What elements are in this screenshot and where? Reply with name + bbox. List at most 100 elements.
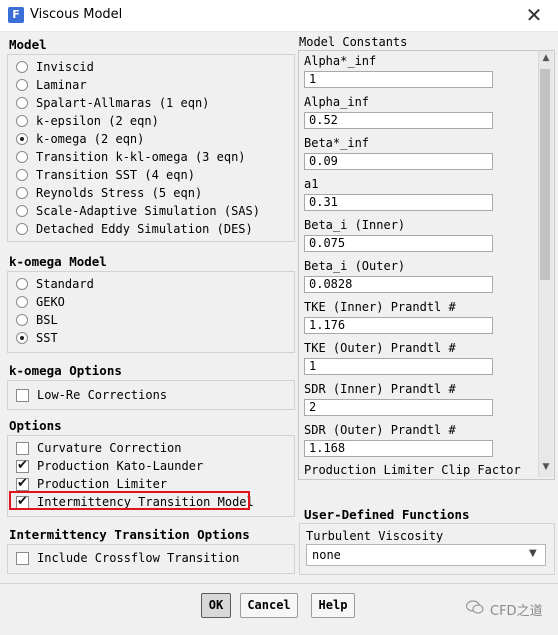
separator: [0, 583, 558, 584]
radio-icon[interactable]: [16, 61, 28, 73]
constant-input[interactable]: 0.075: [304, 235, 493, 252]
checkbox-icon[interactable]: [16, 388, 29, 402]
radio-icon[interactable]: [16, 314, 28, 326]
model-option-label: Detached Eddy Simulation (DES): [36, 222, 253, 236]
model-option-label: k-omega (2 eqn): [36, 132, 145, 146]
model-option[interactable]: Scale-Adaptive Simulation (SAS): [16, 202, 260, 220]
constant-input[interactable]: 0.31: [304, 194, 493, 211]
intermittency-group: Include Crossflow Transition: [7, 544, 295, 574]
constant-input[interactable]: 1.176: [304, 317, 493, 334]
radio-icon[interactable]: [16, 278, 28, 290]
chevron-down-icon: ▼: [529, 548, 537, 559]
scroll-up-icon[interactable]: ▲: [539, 53, 553, 63]
model-option-label: Scale-Adaptive Simulation (SAS): [36, 204, 260, 218]
constant-label: Alpha_inf: [304, 95, 370, 109]
constant-input[interactable]: 1.168: [304, 440, 493, 457]
highlight-box: [9, 491, 250, 510]
radio-icon[interactable]: [16, 296, 28, 308]
model-option-label: Laminar: [36, 78, 87, 92]
model-option[interactable]: Transition SST (4 eqn): [16, 166, 195, 184]
option-checkbox[interactable]: Curvature Correction: [16, 439, 182, 457]
komega-option[interactable]: SST: [16, 329, 58, 347]
model-constants-heading: Model Constants: [299, 35, 408, 49]
ok-button[interactable]: OK: [201, 593, 231, 618]
komega-model-heading: k-omega Model: [9, 254, 107, 269]
app-icon: F: [8, 7, 24, 23]
model-option[interactable]: Reynolds Stress (5 eqn): [16, 184, 202, 202]
cancel-button[interactable]: Cancel: [240, 593, 298, 618]
radio-icon[interactable]: [16, 169, 28, 181]
constant-input[interactable]: 0.52: [304, 112, 493, 129]
komega-option-label: GEKO: [36, 295, 65, 309]
checkbox-icon[interactable]: [16, 441, 29, 455]
radio-icon[interactable]: [16, 79, 28, 91]
turbulent-viscosity-label: Turbulent Viscosity: [306, 529, 444, 543]
scroll-down-icon[interactable]: ▼: [539, 462, 553, 472]
help-button[interactable]: Help: [311, 593, 355, 618]
model-option-label: Inviscid: [36, 60, 94, 74]
model-option-label: Transition SST (4 eqn): [36, 168, 195, 182]
komega-option[interactable]: BSL: [16, 311, 58, 329]
wechat-icon: [465, 600, 484, 614]
radio-icon[interactable]: [16, 151, 28, 163]
constant-label: Beta*_inf: [304, 136, 370, 150]
komega-model-group: Standard GEKO BSL SST: [7, 271, 295, 353]
constant-label: Beta_i (Inner): [304, 218, 406, 232]
option-label: Production Kato-Launder: [37, 459, 204, 473]
scrollbar-thumb[interactable]: [540, 69, 550, 280]
komega-option-label: BSL: [36, 313, 58, 327]
turbulent-viscosity-select[interactable]: none ▼: [306, 544, 546, 566]
radio-icon[interactable]: [16, 97, 28, 109]
checkbox-icon[interactable]: [16, 551, 29, 565]
komega-option[interactable]: GEKO: [16, 293, 65, 311]
constant-label: TKE (Inner) Prandtl #: [304, 300, 456, 314]
clip-factor-label: Production Limiter Clip Factor: [304, 463, 521, 477]
constant-label: TKE (Outer) Prandtl #: [304, 341, 456, 355]
komega-option-label: Standard: [36, 277, 94, 291]
constant-input[interactable]: 1: [304, 358, 493, 375]
radio-icon[interactable]: [16, 223, 28, 235]
constant-label: SDR (Outer) Prandtl #: [304, 423, 456, 437]
radio-icon[interactable]: [16, 115, 28, 127]
model-group: Inviscid Laminar Spalart-Allmaras (1 eqn) k…: [7, 54, 295, 242]
option-checkbox[interactable]: Production Kato-Launder: [16, 457, 203, 475]
model-option[interactable]: Spalart-Allmaras (1 eqn): [16, 94, 209, 112]
crossflow-transition-label: Include Crossflow Transition: [37, 551, 240, 565]
model-option[interactable]: k-omega (2 eqn): [16, 130, 144, 148]
radio-icon[interactable]: [16, 332, 28, 344]
komega-option-label: SST: [36, 331, 58, 345]
low-re-corrections-label: Low-Re Corrections: [37, 388, 168, 402]
checkbox-icon[interactable]: [16, 476, 29, 491]
model-option[interactable]: Inviscid: [16, 58, 94, 76]
option-label: Curvature Correction: [37, 441, 182, 455]
model-option[interactable]: Detached Eddy Simulation (DES): [16, 220, 253, 238]
low-re-corrections-checkbox[interactable]: Low-Re Corrections: [16, 386, 167, 404]
constant-label: Alpha*_inf: [304, 54, 377, 68]
udf-heading: User-Defined Functions: [304, 507, 470, 522]
model-option[interactable]: Laminar: [16, 76, 87, 94]
radio-icon[interactable]: [16, 187, 28, 199]
komega-options-heading: k-omega Options: [9, 363, 122, 378]
komega-options-group: Low-Re Corrections: [7, 380, 295, 410]
watermark-text: CFD之道: [490, 604, 543, 619]
window-title: Viscous Model: [30, 7, 123, 22]
model-option[interactable]: k-epsilon (2 eqn): [16, 112, 159, 130]
radio-icon[interactable]: [16, 133, 28, 145]
komega-option[interactable]: Standard: [16, 275, 94, 293]
radio-icon[interactable]: [16, 205, 28, 217]
model-option-label: Transition k-kl-omega (3 eqn): [36, 150, 246, 164]
model-option[interactable]: Transition k-kl-omega (3 eqn): [16, 148, 246, 166]
turbulent-viscosity-value: none: [312, 548, 341, 562]
model-constants-panel: Alpha*_inf 1 Alpha_inf 0.52 Beta*_inf 0.09 a1 0…: [298, 50, 555, 480]
constant-label: Beta_i (Outer): [304, 259, 406, 273]
option-label: Production Limiter: [37, 477, 168, 491]
options-heading: Options: [9, 418, 62, 433]
close-icon[interactable]: ✕: [520, 3, 548, 27]
constant-input[interactable]: 0.09: [304, 153, 493, 170]
intermittency-heading: Intermittency Transition Options: [9, 527, 250, 542]
crossflow-transition-checkbox[interactable]: Include Crossflow Transition: [16, 549, 239, 567]
checkbox-icon[interactable]: [16, 458, 29, 473]
constant-input[interactable]: 0.0828: [304, 276, 493, 293]
constant-input[interactable]: 1: [304, 71, 493, 88]
constant-input[interactable]: 2: [304, 399, 493, 416]
